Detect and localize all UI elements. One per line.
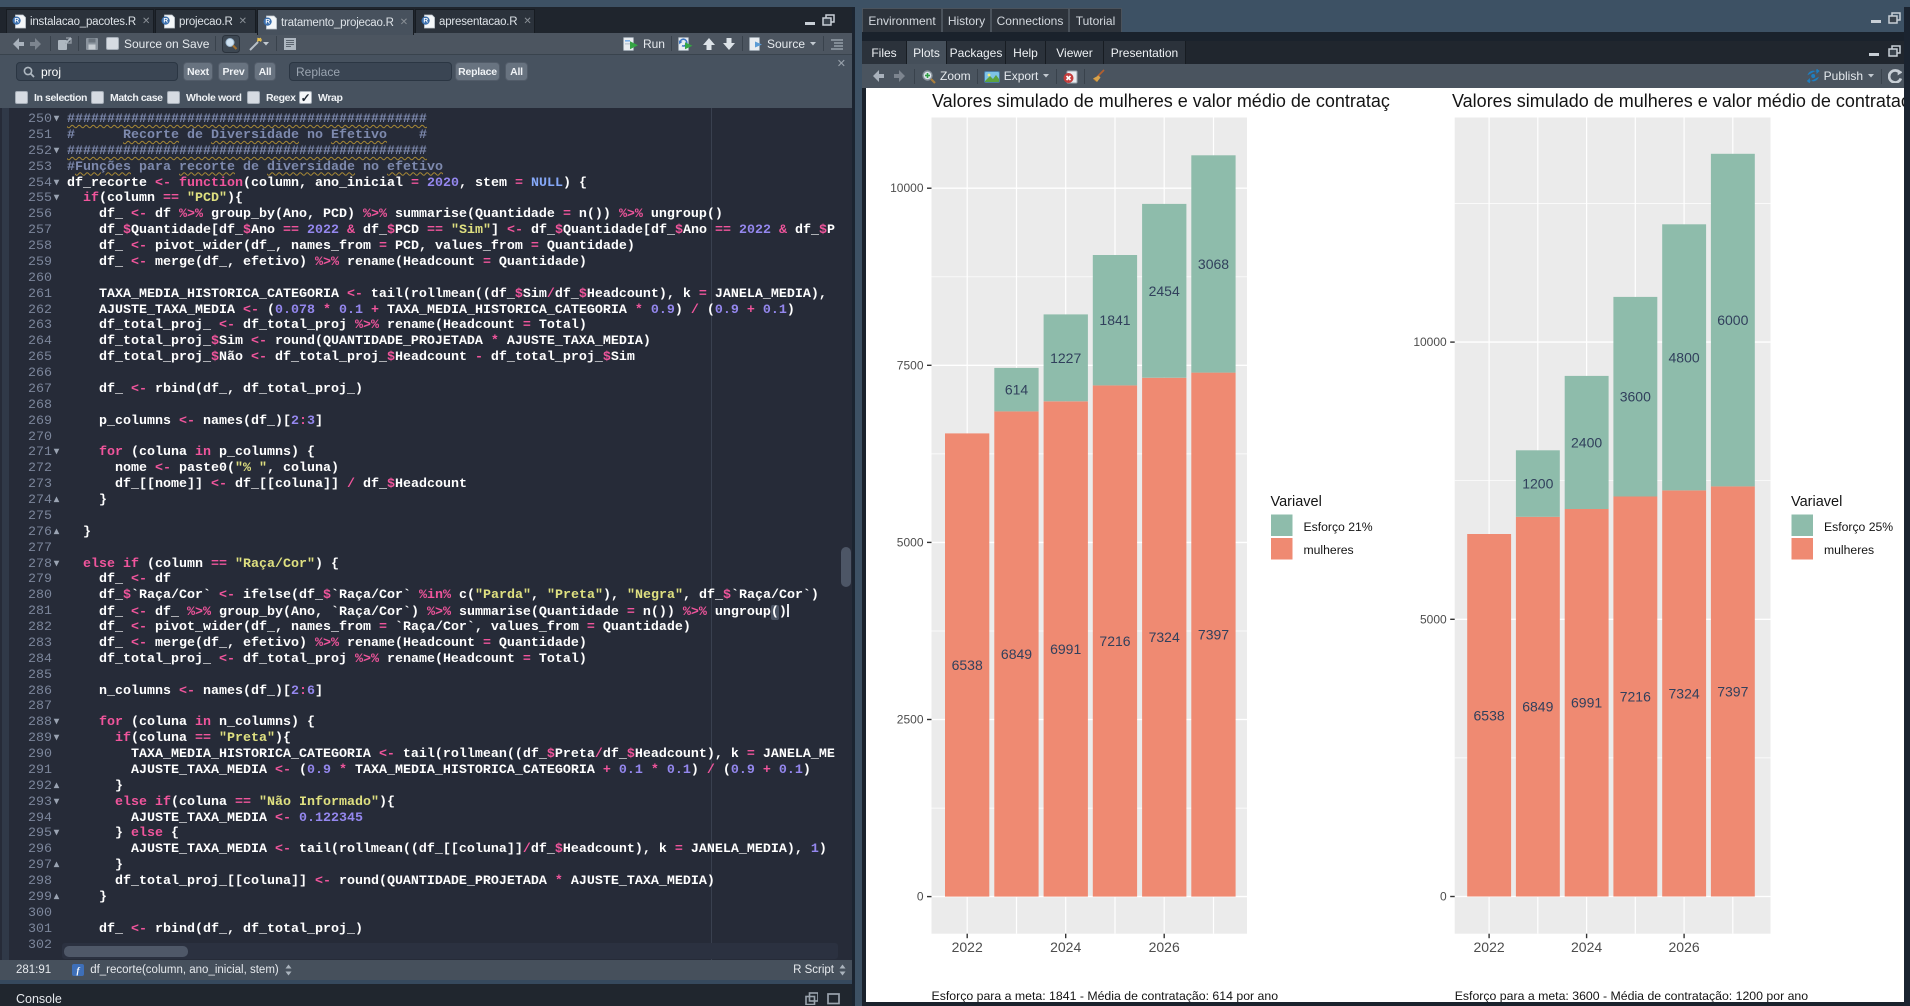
svg-text:2022: 2022 — [952, 939, 983, 955]
svg-text:Valores simulado de mulheres e: Valores simulado de mulheres e valor méd… — [1452, 91, 1910, 111]
svg-text:2400: 2400 — [1571, 434, 1602, 450]
svg-text:mulheres: mulheres — [1824, 543, 1874, 557]
svg-text:R: R — [265, 19, 270, 26]
svg-text:10000: 10000 — [890, 181, 924, 195]
svg-text:Esforço 25%: Esforço 25% — [1824, 520, 1893, 534]
svg-text:6538: 6538 — [1474, 707, 1505, 723]
svg-text:1227: 1227 — [1050, 350, 1081, 366]
svg-text:R: R — [163, 18, 168, 25]
svg-text:6000: 6000 — [1717, 312, 1748, 328]
svg-text:2026: 2026 — [1149, 939, 1180, 955]
svg-text:7324: 7324 — [1149, 629, 1180, 645]
svg-text:6849: 6849 — [1001, 646, 1032, 662]
svg-text:2022: 2022 — [1474, 939, 1505, 955]
svg-text:3600: 3600 — [1620, 389, 1651, 405]
svg-text:2454: 2454 — [1149, 283, 1180, 299]
svg-text:mulheres: mulheres — [1304, 543, 1354, 557]
svg-text:7397: 7397 — [1717, 684, 1748, 700]
svg-text:5000: 5000 — [1420, 612, 1447, 626]
svg-text:Esforço para a meta: 3600 - Mé: Esforço para a meta: 3600 - Média de con… — [1455, 989, 1809, 1002]
svg-text:7397: 7397 — [1198, 627, 1229, 643]
svg-text:Variavel: Variavel — [1271, 494, 1322, 510]
svg-text:614: 614 — [1005, 382, 1029, 398]
svg-text:4800: 4800 — [1669, 349, 1700, 365]
svg-text:R: R — [423, 18, 428, 25]
svg-text:2026: 2026 — [1669, 939, 1700, 955]
svg-text:R: R — [14, 18, 19, 25]
svg-text:7216: 7216 — [1099, 633, 1130, 649]
svg-text:6991: 6991 — [1050, 641, 1081, 657]
svg-text:2500: 2500 — [897, 713, 924, 727]
svg-text:0: 0 — [1440, 890, 1447, 904]
svg-text:1200: 1200 — [1522, 476, 1553, 492]
svg-text:3068: 3068 — [1198, 256, 1229, 272]
svg-text:Esforço para a meta: 1841 - Mé: Esforço para a meta: 1841 - Média de con… — [932, 989, 1279, 1002]
svg-text:2024: 2024 — [1050, 939, 1081, 955]
svg-text:6538: 6538 — [952, 657, 983, 673]
svg-text:Valores simulado de mulheres e: Valores simulado de mulheres e valor méd… — [932, 91, 1390, 111]
svg-text:6991: 6991 — [1571, 695, 1602, 711]
svg-text:Variavel: Variavel — [1791, 494, 1842, 510]
svg-text:2024: 2024 — [1571, 939, 1602, 955]
svg-text:7324: 7324 — [1669, 686, 1700, 702]
svg-text:0: 0 — [917, 890, 924, 904]
svg-text:10000: 10000 — [1413, 335, 1447, 349]
svg-text:1841: 1841 — [1099, 312, 1130, 328]
svg-text:7216: 7216 — [1620, 689, 1651, 705]
svg-text:7500: 7500 — [897, 358, 924, 372]
svg-text:5000: 5000 — [897, 535, 924, 549]
svg-text:6849: 6849 — [1522, 699, 1553, 715]
svg-text:Esforço 21%: Esforço 21% — [1304, 520, 1373, 534]
